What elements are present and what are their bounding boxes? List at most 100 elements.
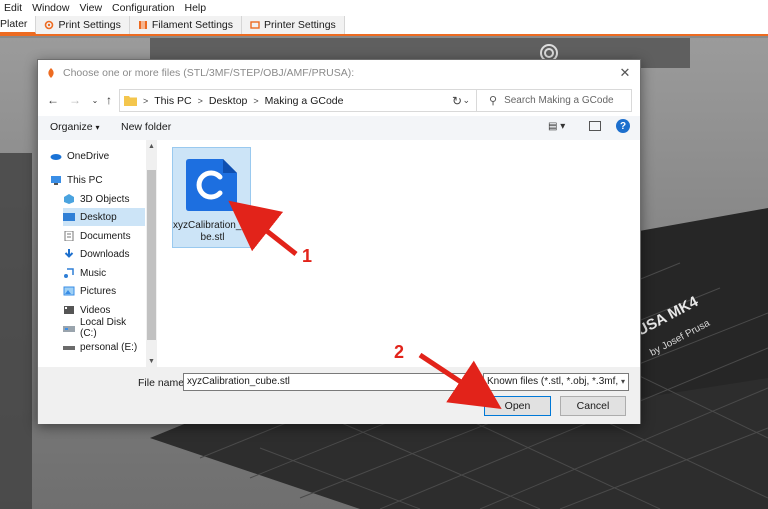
new-folder-button[interactable]: New folder <box>121 121 171 133</box>
nav-item-personal-drive[interactable]: personal (E:) <box>63 338 145 356</box>
tab-print-settings-label: Print Settings <box>58 19 121 31</box>
tab-plater[interactable]: Plater <box>0 16 37 34</box>
open-button[interactable]: Open <box>484 396 551 416</box>
nav-label: personal (E:) <box>80 341 138 353</box>
forward-arrow-icon[interactable]: → <box>68 93 82 107</box>
nav-label: Documents <box>80 230 131 242</box>
nav-item-documents[interactable]: Documents <box>63 227 145 245</box>
music-icon <box>64 268 74 278</box>
file-open-dialog: Choose one or more files (STL/3MF/STEP/O… <box>37 59 641 424</box>
desktop-icon <box>63 213 75 221</box>
search-placeholder: Search Making a GCode <box>504 95 614 106</box>
document-icon <box>64 231 74 241</box>
scroll-down-icon[interactable]: ▼ <box>148 358 155 365</box>
filament-icon <box>138 21 147 29</box>
search-input[interactable]: ⚲ Search Making a GCode <box>476 89 632 112</box>
cube-icon <box>64 194 74 204</box>
file-type-select[interactable]: Known files (*.stl, *.obj, *.3mf, * ▾ <box>483 373 629 391</box>
dialog-footer: File name: xyzCalibration_cube.stl Known… <box>38 367 640 424</box>
nav-label: Pictures <box>80 285 117 297</box>
nav-item-3d-objects[interactable]: 3D Objects <box>63 190 145 208</box>
nav-item-onedrive[interactable]: OneDrive <box>50 147 145 165</box>
close-icon[interactable]: ✕ <box>616 64 634 82</box>
file-list: xyzCalibration_cube.stl <box>158 140 640 367</box>
breadcrumb-this-pc[interactable]: This PC <box>154 95 191 107</box>
nav-label: OneDrive <box>67 150 110 162</box>
nav-label: 3D Objects <box>80 193 130 205</box>
breadcrumb-making-a-gcode[interactable]: Making a GCode <box>265 95 344 107</box>
left-toolbar <box>0 153 32 509</box>
up-arrow-icon[interactable]: ↑ <box>102 93 116 107</box>
computer-icon <box>51 176 61 185</box>
file-item[interactable]: xyzCalibration_cube.stl <box>172 147 252 248</box>
nav-item-downloads[interactable]: Downloads <box>63 245 145 263</box>
chevron-down-icon: ▾ <box>95 123 100 132</box>
nav-item-music[interactable]: Music <box>63 264 145 282</box>
menu-window[interactable]: Window <box>28 2 75 14</box>
chevron-right-icon: > <box>253 95 259 106</box>
tab-printer-settings[interactable]: Printer Settings <box>242 16 345 34</box>
scrollbar-thumb[interactable] <box>147 170 156 340</box>
view-options-icon[interactable]: ▤ ▾ <box>548 121 565 132</box>
file-name-input[interactable]: xyzCalibration_cube.stl <box>183 373 474 391</box>
nav-label: Videos <box>80 304 111 316</box>
address-bar[interactable]: > This PC > Desktop > Making a GCode ⌄ <box>119 89 477 112</box>
navigation-pane: OneDrive This PC 3D Objects Desktop Docu… <box>38 140 157 367</box>
nav-label: This PC <box>67 174 103 186</box>
tab-bar: Plater Print Settings Filament Settings … <box>0 16 768 36</box>
recent-locations-icon[interactable]: ⌄ <box>88 93 102 107</box>
nav-item-pictures[interactable]: Pictures <box>63 282 145 300</box>
dialog-toolbar: Organize ▾ New folder ▤ ▾ ? <box>38 116 640 140</box>
preview-pane-icon[interactable] <box>589 121 601 131</box>
picture-icon <box>63 286 75 296</box>
help-icon[interactable]: ? <box>616 119 630 133</box>
video-icon <box>64 306 74 314</box>
nav-label: Desktop <box>80 211 117 223</box>
nav-item-local-disk[interactable]: Local Disk (C:) <box>63 317 145 339</box>
address-row: ← → ⌄ ↑ > This PC > Desktop > Making a G… <box>38 87 640 115</box>
tab-printer-settings-label: Printer Settings <box>264 19 336 31</box>
chevron-right-icon: > <box>143 95 149 106</box>
chevron-right-icon: > <box>197 95 203 106</box>
refresh-icon[interactable]: ↻ <box>444 89 470 112</box>
drive-icon <box>63 346 75 350</box>
nav-label: Downloads <box>80 248 130 260</box>
nav-item-desktop[interactable]: Desktop <box>63 208 145 226</box>
scroll-up-icon[interactable]: ▲ <box>148 143 155 150</box>
annotation-number-1: 1 <box>302 246 313 266</box>
nav-label: Local Disk (C:) <box>80 317 127 339</box>
printer-icon <box>250 21 260 29</box>
menu-edit[interactable]: Edit <box>0 2 28 14</box>
cloud-icon <box>50 154 62 160</box>
chevron-down-icon: ▾ <box>620 377 625 386</box>
cura-file-icon <box>186 159 237 211</box>
file-name-label: xyzCalibration_cube.stl <box>173 220 252 243</box>
disk-icon <box>63 326 75 332</box>
folder-icon <box>124 96 137 106</box>
annotation-number-2: 2 <box>394 342 405 362</box>
search-icon: ⚲ <box>489 95 498 107</box>
nav-label: Music <box>80 267 107 279</box>
organize-button[interactable]: Organize ▾ <box>50 121 100 133</box>
gear-icon <box>45 20 54 30</box>
menu-configuration[interactable]: Configuration <box>108 2 180 14</box>
cancel-button[interactable]: Cancel <box>560 396 626 416</box>
download-icon <box>64 249 74 258</box>
menu-view[interactable]: View <box>75 2 108 14</box>
organize-label: Organize <box>50 121 93 133</box>
menu-bar: Edit Window View Configuration Help <box>0 0 768 16</box>
tab-filament-settings[interactable]: Filament Settings <box>129 16 243 34</box>
file-name-label: File name: <box>138 377 188 389</box>
nav-item-this-pc[interactable]: This PC <box>50 171 145 189</box>
dialog-title: Choose one or more files (STL/3MF/STEP/O… <box>63 67 355 79</box>
file-type-value: Known files (*.stl, *.obj, *.3mf, * <box>487 376 625 387</box>
tab-print-settings[interactable]: Print Settings <box>36 16 130 34</box>
breadcrumb-desktop[interactable]: Desktop <box>209 95 248 107</box>
menu-help[interactable]: Help <box>181 2 213 14</box>
nav-scrollbar[interactable]: ▲ ▼ <box>146 140 157 367</box>
back-arrow-icon[interactable]: ← <box>46 93 60 107</box>
tab-plater-label: Plater <box>0 18 28 30</box>
dialog-title-bar: Choose one or more files (STL/3MF/STEP/O… <box>38 60 640 86</box>
tab-filament-settings-label: Filament Settings <box>151 19 234 31</box>
prusa-app-icon <box>48 68 54 78</box>
